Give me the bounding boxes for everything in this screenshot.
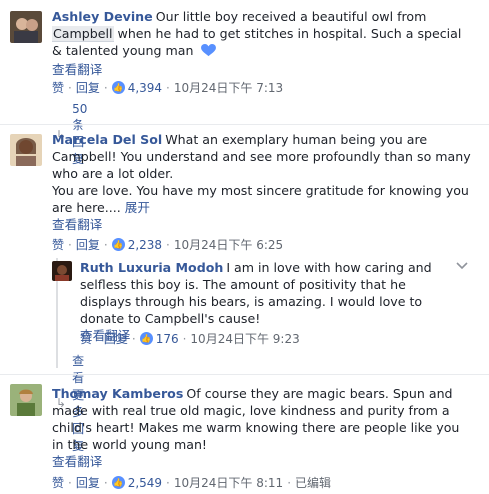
reply-button[interactable]: 回复 xyxy=(76,236,100,253)
comment-body: Ashley Devine Our little boy received a b… xyxy=(52,8,462,78)
avatar[interactable] xyxy=(52,261,72,281)
reaction-count[interactable]: 4,394 xyxy=(128,81,162,95)
commenter-name[interactable]: Thomay Kamberos xyxy=(52,386,183,401)
like-button[interactable]: 赞 xyxy=(52,79,64,96)
thumbs-up-icon: 👍 xyxy=(111,238,125,251)
reaction-count[interactable]: 2,238 xyxy=(128,238,162,252)
thumbs-up-icon: 👍 xyxy=(111,81,125,94)
comment-body: Marcela Del Sol What an exemplary human b… xyxy=(52,131,472,233)
reply-button[interactable]: 回复 xyxy=(76,79,100,96)
comment-divider xyxy=(0,124,489,125)
comment-actions: 赞 · 回复 · 👍 4,394 · 10月24日下午 7:13 xyxy=(52,79,284,96)
thumbs-up-icon: 👍 xyxy=(139,332,153,345)
avatar[interactable] xyxy=(10,134,42,166)
avatar[interactable] xyxy=(10,11,42,43)
reply-actions: 赞 · 回复 · 👍 176 · 10月24日下午 9:23 xyxy=(80,330,300,347)
comment-body: Thomay Kamberos Of course they are magic … xyxy=(52,385,462,470)
reply-button[interactable]: 回复 xyxy=(76,474,100,491)
avatar[interactable] xyxy=(10,384,42,416)
like-button[interactable]: 赞 xyxy=(80,330,92,347)
comment-text: Our little boy received a beautiful owl … xyxy=(155,9,427,24)
see-translation-link[interactable]: 查看翻译 xyxy=(52,62,102,77)
edited-label[interactable]: 已编辑 xyxy=(295,474,331,491)
reaction-count[interactable]: 2,549 xyxy=(128,476,162,490)
comment-divider xyxy=(0,374,489,375)
see-translation-link[interactable]: 查看翻译 xyxy=(52,217,102,232)
comment-text-continued: when he had to get stitches in hospital.… xyxy=(52,26,462,58)
like-button[interactable]: 赞 xyxy=(52,236,64,253)
timestamp[interactable]: 10月24日下午 9:23 xyxy=(190,330,299,347)
timestamp[interactable]: 10月24日下午 8:11 xyxy=(174,474,283,491)
reaction-count[interactable]: 176 xyxy=(156,332,179,346)
comment-actions: 赞 · 回复 · 👍 2,549 · 10月24日下午 8:11 · 已编辑 xyxy=(52,474,332,491)
see-translation-link[interactable]: 查看翻译 xyxy=(52,454,102,469)
comment-text-continued: You are love. You have my most sincere g… xyxy=(52,183,469,215)
timestamp[interactable]: 10月24日下午 7:13 xyxy=(174,79,283,96)
commenter-name[interactable]: Ashley Devine xyxy=(52,9,153,24)
reply-button[interactable]: 回复 xyxy=(104,330,128,347)
blue-heart-icon xyxy=(200,44,216,61)
comment-actions: 赞 · 回复 · 👍 2,238 · 10月24日下午 6:25 xyxy=(52,236,284,253)
commenter-name[interactable]: Ruth Luxuria Modoh xyxy=(80,260,223,275)
chevron-down-icon[interactable] xyxy=(456,260,468,273)
thumbs-up-icon: 👍 xyxy=(111,476,125,489)
like-button[interactable]: 赞 xyxy=(52,474,64,491)
commenter-name[interactable]: Marcela Del Sol xyxy=(52,132,162,147)
expand-link[interactable]: 展开 xyxy=(125,200,150,215)
timestamp[interactable]: 10月24日下午 6:25 xyxy=(174,236,283,253)
mention-tag[interactable]: Campbell xyxy=(52,26,114,42)
